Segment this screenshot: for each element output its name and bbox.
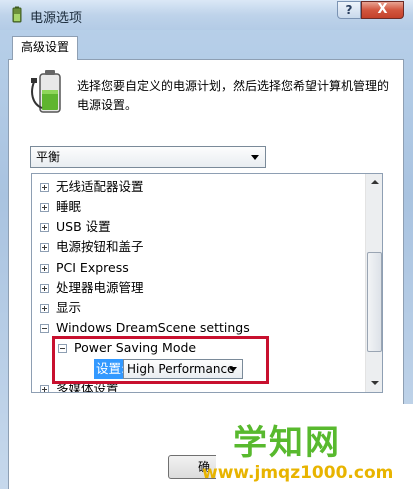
power-plan-dropdown[interactable]: 平衡 — [30, 146, 266, 168]
expand-icon[interactable] — [40, 203, 49, 212]
expand-icon[interactable] — [40, 223, 49, 232]
help-button[interactable]: ? — [337, 1, 361, 19]
close-button[interactable]: X — [361, 1, 404, 19]
watermark-logo: 学知网 — [233, 423, 341, 463]
expand-icon[interactable] — [40, 385, 49, 392]
battery-icon — [31, 70, 61, 113]
tree-scrollbar[interactable] — [365, 174, 382, 392]
power-plan-value: 平衡 — [36, 150, 61, 164]
chevron-down-icon — [251, 155, 259, 160]
scroll-down-icon[interactable] — [367, 375, 382, 391]
expand-icon[interactable] — [40, 304, 49, 313]
power-options-icon — [12, 6, 22, 23]
title-bar: 电源选项 ? X — [0, 0, 413, 30]
expand-icon[interactable] — [40, 264, 49, 273]
watermark-url: www.jmqz1000.com — [202, 463, 394, 483]
collapse-icon[interactable] — [40, 324, 49, 333]
expand-icon[interactable] — [40, 284, 49, 293]
window-title: 电源选项 — [30, 11, 83, 26]
tab-advanced-settings[interactable]: 高级设置 — [12, 36, 78, 60]
expand-icon[interactable] — [40, 183, 49, 192]
scroll-thumb[interactable] — [367, 252, 382, 352]
scroll-up-icon[interactable] — [367, 175, 382, 191]
expand-icon[interactable] — [40, 243, 49, 252]
highlight-box — [52, 336, 269, 384]
description-text: 选择您要自定义的电源计划，然后选择您希望计算机管理的电源设置。 — [77, 79, 390, 112]
